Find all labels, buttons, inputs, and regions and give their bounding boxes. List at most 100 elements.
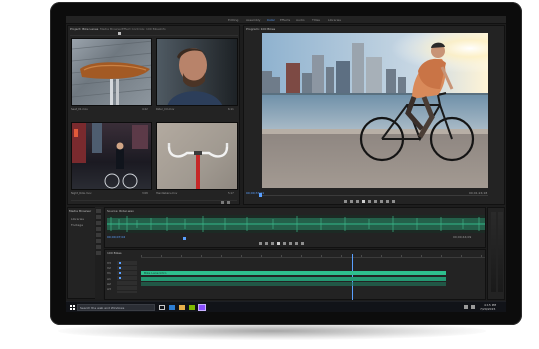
step-back-icon[interactable] [356,200,359,203]
source-monitor-title[interactable]: Source: Rider.wav [107,209,134,213]
video-clip[interactable]: Bike Lane Intro [141,271,446,275]
audio-clip[interactable] [141,282,446,286]
media-browser-title[interactable]: Media Browser [69,209,91,213]
audio-meters-panel [487,207,505,300]
screen: Editing Assembly Color Effects Audio Tit… [66,16,506,312]
track-target-icon[interactable] [119,262,121,264]
taskbar: Search the web and Windows 4:15 PM 7/29/… [66,301,506,312]
program-monitor-title[interactable]: Program: 100 Bikes [246,27,275,31]
program-scrubber[interactable] [262,195,488,196]
track-select-tool-icon[interactable] [96,215,101,219]
track-target-icon[interactable] [119,277,121,279]
step-forward-icon[interactable] [368,200,371,203]
mark-out-icon[interactable] [350,200,353,203]
track-target-icon[interactable] [119,267,121,269]
track-label: A2 [107,282,111,286]
clip-duration: 4:22 [142,108,148,111]
store-icon[interactable] [189,305,195,310]
export-frame-icon[interactable] [301,242,304,245]
selection-tool-icon[interactable] [96,209,101,213]
insert-icon[interactable] [289,242,292,245]
tab-info[interactable]: Info [160,27,166,31]
clip-thumbnail[interactable] [156,38,238,106]
extract-icon[interactable] [380,200,383,203]
taskbar-date[interactable]: 7/29/2015 [480,307,495,311]
taskbar-search-box[interactable]: Search the web and Windows [77,304,155,311]
file-explorer-icon[interactable] [179,305,185,310]
clip-duration: 6:11 [228,108,234,111]
track-target-icon[interactable] [119,272,121,274]
source-playhead[interactable] [183,237,186,240]
audio-clip[interactable] [141,277,446,281]
type-tool-icon[interactable] [96,251,101,255]
clip-duration: 5:17 [228,192,234,195]
program-monitor-video[interactable] [262,33,488,188]
network-icon[interactable] [464,305,468,309]
export-frame-icon[interactable] [386,200,389,203]
clip-thumbnail[interactable] [71,122,152,190]
waveform-graphic [107,216,485,232]
step-forward-icon[interactable] [283,242,286,245]
track-label: V3 [107,261,111,265]
workspace-tab-assembly[interactable]: Assembly [246,18,260,22]
workspace-tab-editing[interactable]: Editing [228,18,238,22]
workspace-tab-audio[interactable]: Audio [296,18,305,22]
clip-duration: 3:08 [142,192,148,195]
program-transport-controls [244,200,506,205]
tab-media-browser[interactable]: Media Browser [100,27,122,31]
tools-panel [95,207,103,299]
media-browser-panel: Media Browser Libraries Footage [67,207,97,299]
lift-icon[interactable] [374,200,377,203]
task-view-icon[interactable] [159,305,165,310]
new-item-icon[interactable] [221,201,224,204]
workspace-tab-titles[interactable]: Titles [312,18,320,22]
workspace-bar: Editing Assembly Color Effects Audio Tit… [66,16,506,24]
track-headers[interactable] [117,261,137,293]
ripple-edit-tool-icon[interactable] [96,221,101,225]
overwrite-icon[interactable] [295,242,298,245]
source-transport-controls [105,242,487,247]
razor-tool-icon[interactable] [96,227,101,231]
media-browser-item[interactable]: Footage [71,223,83,227]
folder-icon[interactable] [118,32,121,35]
audio-waveform[interactable] [107,215,485,233]
workspace-tab-color[interactable]: Color [267,18,275,22]
play-icon[interactable] [277,242,280,245]
program-playhead[interactable] [259,193,262,197]
trash-icon[interactable] [227,201,230,204]
audio-meter-left [491,212,496,292]
premiere-pro-icon[interactable] [198,304,206,311]
media-browser-item[interactable]: Libraries [71,217,84,221]
clip-thumbnail[interactable] [71,38,152,106]
night-ride-image [72,123,148,189]
clip-thumbnail[interactable] [156,122,238,190]
hand-tool-icon[interactable] [96,245,101,249]
settings-icon[interactable] [392,200,395,203]
slip-tool-icon[interactable] [96,233,101,237]
taskbar-search-placeholder: Search the web and Windows [80,306,125,310]
edge-browser-icon[interactable] [169,305,175,310]
track-label: V1 [107,271,111,275]
clip-label: Bike Lane Intro [144,271,167,275]
source-timecode-in[interactable]: 00;00;07;02 [107,235,125,239]
mark-in-icon[interactable] [344,200,347,203]
timeline-panel: 100 Bikes V3 V2 V1 A1 A2 A3 Bike Lane In… [104,249,486,300]
project-footer [71,200,237,204]
workspace-tab-effects[interactable]: Effects [280,18,290,22]
source-monitor-panel: Source: Rider.wav 00;00;07;02 00;00;44;0… [104,207,486,248]
timeline-sequence-tab[interactable]: 100 Bikes [107,251,122,255]
pen-tool-icon[interactable] [96,239,101,243]
timeline-ruler[interactable] [141,255,485,258]
mark-in-icon[interactable] [259,242,262,245]
program-monitor-panel: Program: 100 Bikes 00;00;37;01 00;01;24;… [243,25,505,205]
play-icon[interactable] [362,200,365,203]
step-back-icon[interactable] [271,242,274,245]
workspace-tab-libraries[interactable]: Libraries [328,18,341,22]
volume-icon[interactable] [471,305,475,309]
tab-effect-controls[interactable]: Effect Controls: 100 Bikes [122,27,161,31]
windows-start-icon[interactable] [70,305,75,310]
tab-project[interactable]: Project: Bike Lanes [70,27,98,31]
rider-portrait-image [167,48,222,105]
track-label: A3 [107,287,111,291]
mark-out-icon[interactable] [265,242,268,245]
